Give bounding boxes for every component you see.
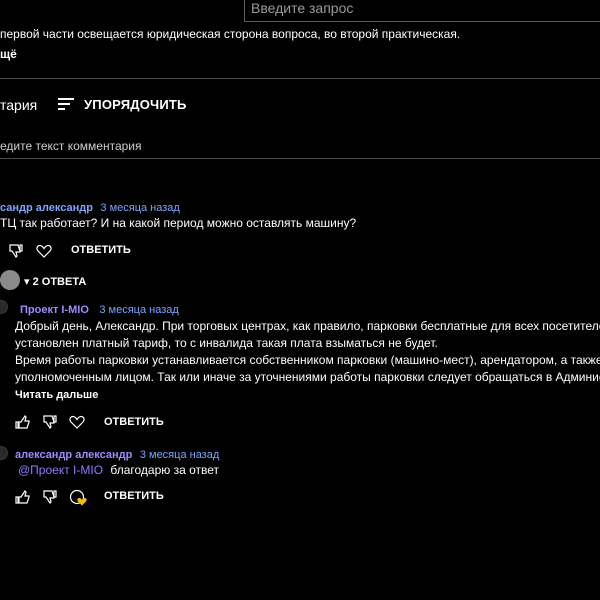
reply-author[interactable]: александр александр <box>15 449 132 461</box>
comments-count: тария <box>0 97 38 113</box>
reply-text: @Проект I-MIO благодарю за ответ <box>18 462 219 479</box>
sort-button[interactable]: УПОРЯДОЧИТЬ <box>84 97 187 112</box>
divider <box>0 78 600 79</box>
search-input[interactable]: Введите запрос <box>244 0 600 22</box>
sort-icon[interactable] <box>58 97 74 111</box>
creator-heart-icon[interactable] <box>69 489 89 507</box>
thumbs-down-icon[interactable] <box>8 244 24 258</box>
thumbs-up-icon[interactable] <box>15 490 31 504</box>
reply-text-line: Время работы парковки устанавливается со… <box>15 353 600 367</box>
replies-count: 2 ОТВЕТА <box>32 276 87 288</box>
avatar <box>0 300 8 314</box>
heart-icon[interactable] <box>36 244 52 258</box>
chevron-down-icon: ▾ <box>24 276 30 288</box>
reply-button[interactable]: ОТВЕТИТЬ <box>104 490 164 502</box>
reply-text-line: установлен платный тариф, то с инвалида … <box>15 336 438 350</box>
comment-input[interactable]: едите текст комментария <box>0 139 142 153</box>
mention-link[interactable]: @Проект I-MIO <box>18 463 103 477</box>
comment-input-underline <box>0 158 600 159</box>
reply-button[interactable]: ОТВЕТИТЬ <box>71 244 131 256</box>
read-more-link[interactable]: Читать дальше <box>15 389 98 401</box>
reply-author[interactable]: Проект I-MIO <box>20 304 89 316</box>
reply-time[interactable]: 3 месяца назад <box>99 304 178 316</box>
avatar <box>0 270 20 290</box>
heart-icon[interactable] <box>69 415 85 429</box>
thumbs-down-icon[interactable] <box>42 415 58 429</box>
comment-author[interactable]: сандр александр <box>0 202 93 214</box>
reply-header: александр александр 3 месяца назад <box>15 445 219 463</box>
comment-header: сандр александр 3 месяца назад <box>0 198 180 216</box>
avatar <box>0 446 8 460</box>
reply-text-line: уполномоченным лицом. Так или иначе за у… <box>15 370 600 384</box>
video-description: первой части освещается юридическая стор… <box>0 27 461 41</box>
reply-text-body: благодарю за ответ <box>110 463 220 477</box>
thumbs-up-icon[interactable] <box>15 415 31 429</box>
reply-text-line: Добрый день, Александр. При торговых цен… <box>15 319 600 333</box>
reply-button[interactable]: ОТВЕТИТЬ <box>104 416 164 428</box>
replies-toggle[interactable]: ▾ 2 ОТВЕТА <box>24 275 86 288</box>
reply-header: Проект I-MIO 3 месяца назад <box>20 300 179 318</box>
comment-time[interactable]: 3 месяца назад <box>100 202 179 214</box>
show-more-link[interactable]: щё <box>0 47 17 61</box>
comment-text: ТЦ так работает? И на какой период можно… <box>0 216 357 230</box>
thumbs-down-icon[interactable] <box>42 490 58 504</box>
reply-time[interactable]: 3 месяца назад <box>140 449 219 461</box>
